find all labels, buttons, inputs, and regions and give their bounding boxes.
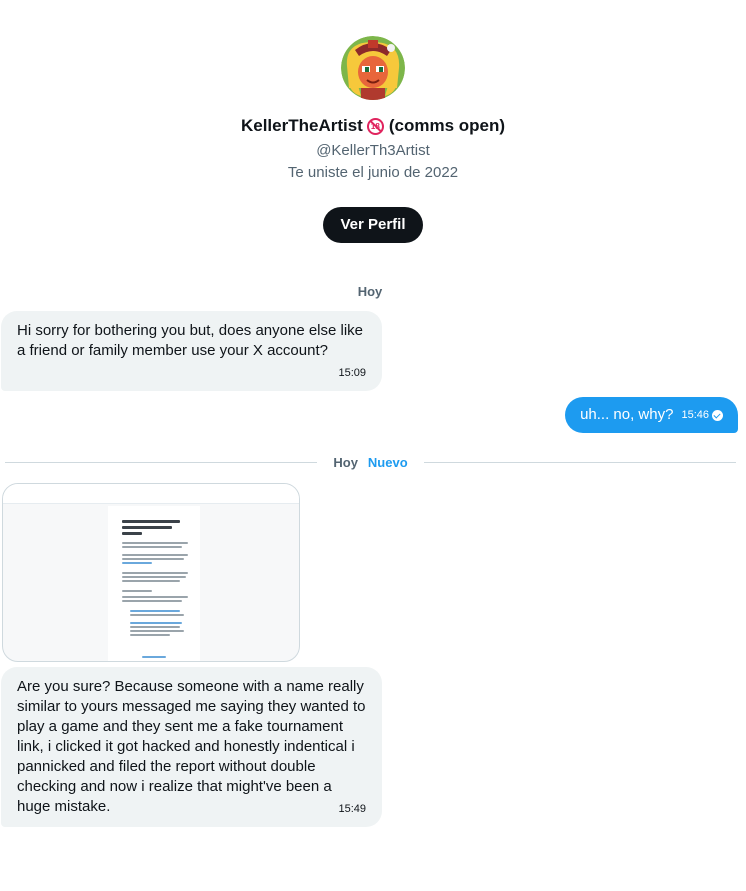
message-text: Hi sorry for bothering you but, does any… — [17, 322, 364, 359]
joined-date: Te uniste el junio de 2022 — [287, 164, 459, 181]
no-under-18-icon: 18 — [366, 117, 384, 135]
check-circle-icon — [712, 409, 723, 421]
new-messages-divider: Hoy Nuevo — [5, 452, 737, 472]
display-name: KellerTheArtist — [240, 116, 363, 135]
message-text: uh... no, why? — [580, 406, 674, 423]
day-separator: Hoy — [357, 284, 383, 299]
message-meta: 15:46 — [681, 405, 723, 425]
message-bubble-incoming[interactable]: Hi sorry for bothering you but, does any… — [1, 311, 382, 391]
image-attachment[interactable] — [2, 483, 300, 662]
divider-label: Hoy Nuevo — [317, 455, 423, 470]
conversation-header: KellerTheArtist 18 (comms open) @KellerT… — [0, 36, 746, 243]
divider-day: Hoy — [333, 454, 358, 470]
message-text: Are you sure? Because someone with a nam… — [17, 678, 366, 815]
attachment-email-preview — [108, 506, 200, 661]
divider-line — [423, 461, 737, 463]
view-profile-button[interactable]: Ver Perfil — [323, 207, 423, 243]
display-name-suffix: (comms open) — [388, 116, 506, 135]
message-bubble-outgoing[interactable]: uh... no, why? 15:46 — [565, 397, 738, 433]
message-time: 15:46 — [681, 409, 709, 421]
divider-line — [5, 461, 318, 463]
user-handle: @KellerTh3Artist — [316, 142, 430, 159]
message-bubble-incoming[interactable]: Are you sure? Because someone with a nam… — [1, 667, 382, 827]
display-name-row: KellerTheArtist 18 (comms open) — [0, 116, 746, 136]
message-time: 15:09 — [338, 367, 366, 379]
attachment-topbar — [3, 484, 299, 504]
avatar[interactable] — [341, 36, 405, 100]
new-label: Nuevo — [367, 454, 408, 470]
